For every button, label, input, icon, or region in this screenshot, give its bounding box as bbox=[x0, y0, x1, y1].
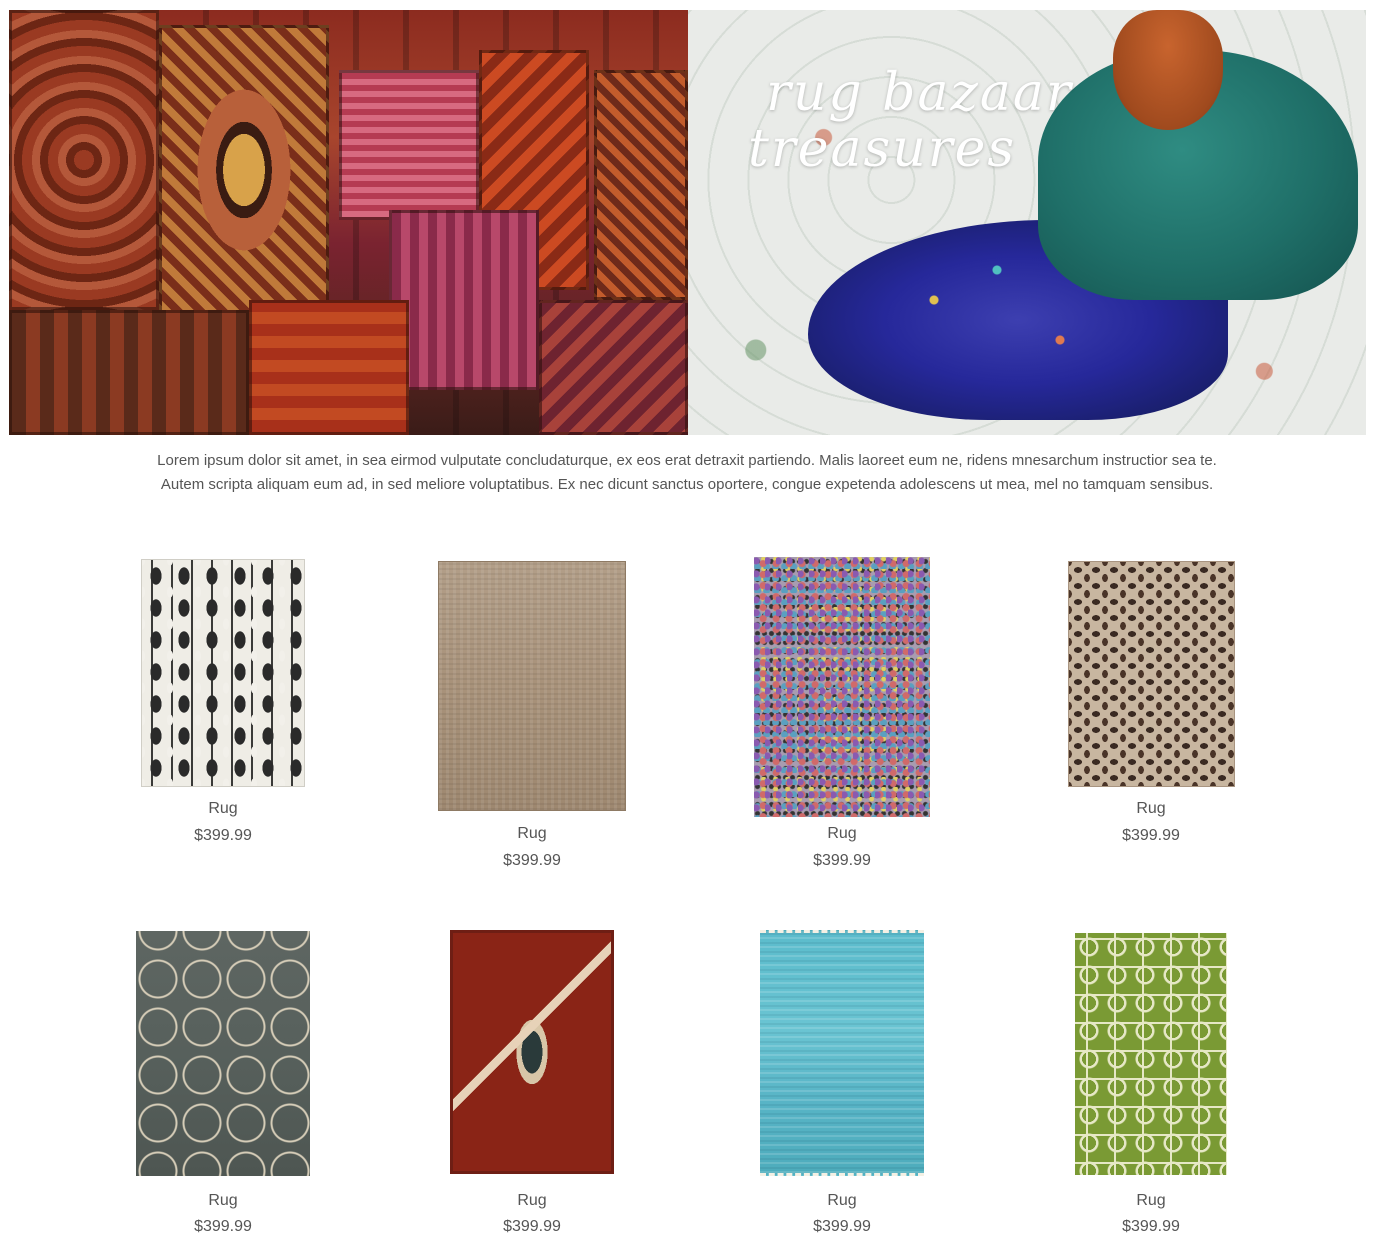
product-image[interactable] bbox=[141, 559, 305, 787]
product-price: $399.99 bbox=[813, 852, 871, 869]
product-image[interactable] bbox=[450, 930, 614, 1174]
product-price: $399.99 bbox=[194, 1218, 252, 1235]
model-hair bbox=[1113, 10, 1223, 130]
product-card[interactable]: Rug $399.99 bbox=[432, 555, 632, 875]
bazaar-hanging-rug bbox=[9, 10, 159, 310]
bazaar-hanging-rug bbox=[594, 70, 688, 300]
product-card[interactable]: Rug $399.99 bbox=[123, 555, 323, 855]
product-price: $399.99 bbox=[1122, 827, 1180, 844]
product-image[interactable] bbox=[754, 557, 930, 817]
bazaar-hanging-rug bbox=[159, 25, 329, 315]
hero-script-line1: rug bazaar bbox=[766, 63, 1073, 123]
product-image[interactable] bbox=[760, 930, 924, 1176]
bazaar-hanging-rug bbox=[9, 310, 249, 435]
product-name[interactable]: Rug bbox=[123, 1192, 323, 1210]
product-name[interactable]: Rug bbox=[1051, 800, 1251, 818]
product-name[interactable]: Rug bbox=[1051, 1192, 1251, 1210]
bazaar-hanging-rug bbox=[339, 70, 479, 220]
product-name[interactable]: Rug bbox=[742, 825, 942, 843]
product-name[interactable]: Rug bbox=[432, 1192, 632, 1210]
product-image[interactable] bbox=[136, 931, 310, 1176]
bazaar-hanging-rug bbox=[249, 300, 409, 435]
hero-script-title: rug bazaar treasures bbox=[748, 65, 1073, 177]
product-card[interactable]: Rug $399.99 bbox=[123, 928, 323, 1248]
bazaar-hanging-rug bbox=[389, 210, 539, 390]
product-card[interactable]: Rug $399.99 bbox=[742, 928, 942, 1248]
product-card[interactable]: Rug $399.99 bbox=[432, 928, 632, 1248]
hero-banner: rug bazaar treasures bbox=[9, 10, 1366, 435]
product-name[interactable]: Rug bbox=[742, 1192, 942, 1210]
product-card[interactable]: Rug $399.99 bbox=[1051, 555, 1251, 855]
product-image[interactable] bbox=[1068, 561, 1235, 787]
bazaar-hanging-rug bbox=[539, 300, 688, 435]
product-price: $399.99 bbox=[194, 827, 252, 844]
product-card[interactable]: Rug $399.99 bbox=[742, 555, 942, 875]
product-price: $399.99 bbox=[1122, 1218, 1180, 1235]
hero-script-line2: treasures bbox=[748, 119, 1017, 179]
product-name[interactable]: Rug bbox=[123, 800, 323, 818]
product-card[interactable]: Rug $399.99 bbox=[1051, 928, 1251, 1248]
product-price: $399.99 bbox=[813, 1218, 871, 1235]
product-image[interactable] bbox=[438, 561, 626, 811]
hero-bazaar-photo bbox=[9, 10, 688, 435]
product-price: $399.99 bbox=[503, 1218, 561, 1235]
product-price: $399.99 bbox=[503, 852, 561, 869]
hero-model-photo: rug bazaar treasures bbox=[688, 10, 1366, 435]
product-name[interactable]: Rug bbox=[432, 825, 632, 843]
intro-paragraph: Lorem ipsum dolor sit amet, in sea eirmo… bbox=[157, 452, 1217, 493]
product-image[interactable] bbox=[1075, 933, 1227, 1175]
